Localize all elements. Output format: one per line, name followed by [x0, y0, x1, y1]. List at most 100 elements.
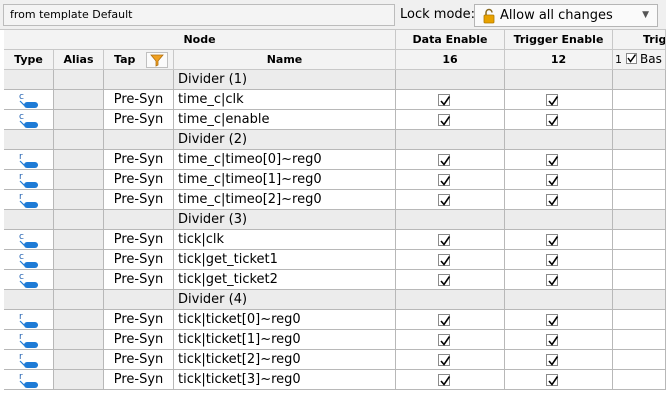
trigger-condition-cell[interactable]: [613, 270, 666, 290]
tap-cell[interactable]: Pre-Syn: [104, 230, 174, 250]
divider-name[interactable]: Divider (2): [174, 130, 396, 150]
data-enable-checkbox[interactable]: [438, 274, 451, 286]
alias-cell[interactable]: [54, 150, 104, 170]
data-enable-checkbox[interactable]: [438, 354, 451, 366]
node-name[interactable]: time_c|clk: [174, 90, 396, 110]
node-name[interactable]: time_c|timeo[2]~reg0: [174, 190, 396, 210]
data-enable-checkbox[interactable]: [438, 94, 451, 106]
trigger-enable-header[interactable]: Trigger Enable: [505, 30, 613, 50]
tap-cell[interactable]: Pre-Syn: [104, 150, 174, 170]
tap-cell[interactable]: Pre-Syn: [104, 350, 174, 370]
divider-name[interactable]: Divider (1): [174, 70, 396, 90]
table-row[interactable]: r Pre-Syn tick|ticket[0]~reg0: [4, 310, 666, 330]
tap-column-header[interactable]: Tap: [104, 50, 174, 70]
alias-cell[interactable]: [54, 330, 104, 350]
table-row[interactable]: r Pre-Syn time_c|timeo[1]~reg0: [4, 170, 666, 190]
node-name[interactable]: tick|clk: [174, 230, 396, 250]
table-row[interactable]: c Pre-Syn tick|clk: [4, 230, 666, 250]
alias-cell[interactable]: [54, 230, 104, 250]
alias-cell[interactable]: [54, 90, 104, 110]
divider-row[interactable]: Divider (3): [4, 210, 666, 230]
table-row[interactable]: c Pre-Syn tick|get_ticket2: [4, 270, 666, 290]
node-name[interactable]: tick|ticket[0]~reg0: [174, 310, 396, 330]
trigger-enable-checkbox[interactable]: [546, 274, 559, 286]
data-enable-checkbox[interactable]: [438, 334, 451, 346]
trigger-condition-checkbox[interactable]: [625, 53, 637, 64]
trigger-condition-cell[interactable]: [613, 110, 666, 130]
alias-cell[interactable]: [54, 110, 104, 130]
data-enable-header[interactable]: Data Enable: [396, 30, 505, 50]
tap-cell[interactable]: Pre-Syn: [104, 110, 174, 130]
trigger-condition-cell[interactable]: [613, 310, 666, 330]
divider-row[interactable]: Divider (2): [4, 130, 666, 150]
alias-cell[interactable]: [54, 370, 104, 390]
node-name[interactable]: tick|get_ticket1: [174, 250, 396, 270]
node-name[interactable]: time_c|timeo[1]~reg0: [174, 170, 396, 190]
trigger-condition-cell[interactable]: [613, 150, 666, 170]
trigger-enable-checkbox[interactable]: [546, 194, 559, 206]
table-row[interactable]: r Pre-Syn tick|ticket[3]~reg0: [4, 370, 666, 390]
divider-row[interactable]: Divider (4): [4, 290, 666, 310]
data-enable-checkbox[interactable]: [438, 374, 451, 386]
data-enable-checkbox[interactable]: [438, 114, 451, 126]
data-enable-checkbox[interactable]: [438, 154, 451, 166]
node-name[interactable]: time_c|enable: [174, 110, 396, 130]
table-row[interactable]: r Pre-Syn time_c|timeo[2]~reg0: [4, 190, 666, 210]
alias-cell[interactable]: [54, 270, 104, 290]
alias-cell[interactable]: [54, 170, 104, 190]
trigger-enable-checkbox[interactable]: [546, 334, 559, 346]
tap-cell[interactable]: Pre-Syn: [104, 190, 174, 210]
table-row[interactable]: r Pre-Syn tick|ticket[1]~reg0: [4, 330, 666, 350]
table-row[interactable]: r Pre-Syn time_c|timeo[0]~reg0: [4, 150, 666, 170]
type-column-header[interactable]: Type: [4, 50, 54, 70]
lock-mode-dropdown[interactable]: Allow all changes ▼: [474, 4, 658, 27]
trigger-enable-checkbox[interactable]: [546, 354, 559, 366]
trigger-condition-cell[interactable]: [613, 330, 666, 350]
tap-cell[interactable]: Pre-Syn: [104, 270, 174, 290]
filter-button[interactable]: [146, 52, 168, 68]
trigger-enable-checkbox[interactable]: [546, 314, 559, 326]
tap-cell[interactable]: Pre-Syn: [104, 250, 174, 270]
trigger-enable-checkbox[interactable]: [546, 234, 559, 246]
divider-name[interactable]: Divider (3): [174, 210, 396, 230]
trigger-condition-cell[interactable]: [613, 190, 666, 210]
node-name[interactable]: tick|ticket[3]~reg0: [174, 370, 396, 390]
trigger-condition-cell[interactable]: [613, 90, 666, 110]
trigger-enable-checkbox[interactable]: [546, 114, 559, 126]
alias-cell[interactable]: [54, 250, 104, 270]
table-row[interactable]: c Pre-Syn tick|get_ticket1: [4, 250, 666, 270]
tap-cell[interactable]: Pre-Syn: [104, 370, 174, 390]
table-row[interactable]: c Pre-Syn time_c|clk: [4, 90, 666, 110]
trigger-enable-checkbox[interactable]: [546, 254, 559, 266]
alias-column-header[interactable]: Alias: [54, 50, 104, 70]
data-enable-checkbox[interactable]: [438, 174, 451, 186]
data-enable-checkbox[interactable]: [438, 314, 451, 326]
trigger-enable-checkbox[interactable]: [546, 174, 559, 186]
name-column-header[interactable]: Name: [174, 50, 396, 70]
divider-row[interactable]: Divider (1): [4, 70, 666, 90]
trigger-enable-checkbox[interactable]: [546, 94, 559, 106]
tap-cell[interactable]: Pre-Syn: [104, 330, 174, 350]
trigger-condition-cell[interactable]: [613, 250, 666, 270]
tap-cell[interactable]: Pre-Syn: [104, 170, 174, 190]
divider-name[interactable]: Divider (4): [174, 290, 396, 310]
data-enable-checkbox[interactable]: [438, 234, 451, 246]
table-row[interactable]: c Pre-Syn time_c|enable: [4, 110, 666, 130]
tap-cell[interactable]: Pre-Syn: [104, 310, 174, 330]
trigger-condition-cell[interactable]: [613, 230, 666, 250]
trigger-conditions-header[interactable]: Trig: [613, 30, 666, 50]
node-name[interactable]: tick|ticket[1]~reg0: [174, 330, 396, 350]
template-selector[interactable]: from template Default: [3, 4, 395, 26]
data-enable-checkbox[interactable]: [438, 194, 451, 206]
node-name[interactable]: time_c|timeo[0]~reg0: [174, 150, 396, 170]
trigger-enable-checkbox[interactable]: [546, 154, 559, 166]
trigger-condition-cell[interactable]: [613, 170, 666, 190]
node-name[interactable]: tick|get_ticket2: [174, 270, 396, 290]
trigger-condition-cell[interactable]: 1 Bas: [613, 50, 666, 70]
tap-cell[interactable]: Pre-Syn: [104, 90, 174, 110]
table-row[interactable]: r Pre-Syn tick|ticket[2]~reg0: [4, 350, 666, 370]
alias-cell[interactable]: [54, 310, 104, 330]
data-enable-checkbox[interactable]: [438, 254, 451, 266]
alias-cell[interactable]: [54, 190, 104, 210]
trigger-condition-cell[interactable]: [613, 370, 666, 390]
